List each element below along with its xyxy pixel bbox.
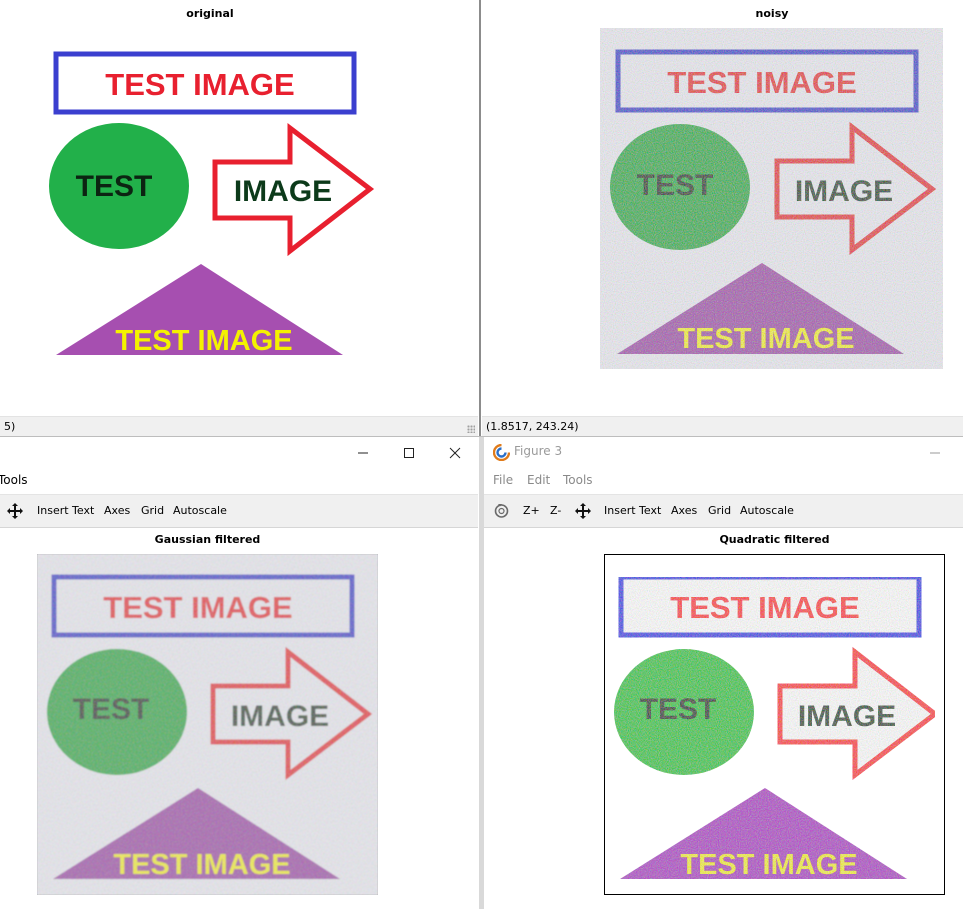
close-button[interactable] <box>432 437 478 468</box>
figure-original-window: original TEST IMAGE TEST IMAGE TEST IMAG… <box>0 0 478 436</box>
menu-tools[interactable]: Tools <box>0 473 28 487</box>
pan-icon[interactable] <box>574 502 592 520</box>
menu-file[interactable]: File <box>493 473 513 487</box>
plot-title: Gaussian filtered <box>154 533 261 546</box>
arrow-text: IMAGE <box>231 700 329 733</box>
zoom-out-button[interactable]: Z- <box>550 504 561 517</box>
banner-text: TEST IMAGE <box>667 65 856 100</box>
status-bar: 5) <box>0 416 478 436</box>
original-image: TEST IMAGE TEST IMAGE TEST IMAGE <box>49 51 375 357</box>
circle-text: TEST <box>73 693 150 726</box>
maximize-icon <box>404 447 414 458</box>
quadratic-filtered-image: TEST IMAGE TEST IMAGE TEST IMAGE <box>604 554 945 895</box>
menu-bar: Tools <box>0 468 478 492</box>
axes-button[interactable]: Axes <box>104 504 130 517</box>
menu-bar: File Edit Tools <box>484 468 963 492</box>
arrow-text: IMAGE <box>795 175 893 208</box>
grid-button[interactable]: Grid <box>141 504 164 517</box>
insert-text-button[interactable]: Insert Text <box>604 504 661 517</box>
menu-tools[interactable]: Tools <box>563 473 593 487</box>
close-icon <box>449 447 461 458</box>
grid-button[interactable]: Grid <box>708 504 731 517</box>
figure-gaussian-window: Tools Insert Text Axes Grid Autoscale Ga… <box>0 437 478 909</box>
zoom-in-button[interactable]: Z+ <box>523 504 540 517</box>
circle-text: TEST <box>637 169 714 202</box>
minimize-button[interactable] <box>340 437 386 468</box>
arrow-text: IMAGE <box>798 700 896 733</box>
figure-3-window: Figure 3 File Edit Tools Z+ Z- Insert Te… <box>484 437 963 909</box>
minimize-button[interactable] <box>912 437 958 468</box>
coordinate-readout: 5) <box>4 420 16 433</box>
circle-text: TEST <box>640 693 717 726</box>
toolbar: Insert Text Axes Grid Autoscale <box>0 494 478 528</box>
toolbar: Z+ Z- Insert Text Axes Grid Autoscale <box>484 494 963 528</box>
plot-title: Quadratic filtered <box>719 533 830 546</box>
rotate-icon[interactable] <box>493 502 510 519</box>
resize-grip-icon[interactable] <box>467 425 475 433</box>
minimize-icon <box>358 452 368 453</box>
triangle-text: TEST IMAGE <box>680 849 857 881</box>
gaussian-filtered-image: TEST IMAGE TEST IMAGE TEST IMAGE <box>37 554 378 895</box>
noisy-image: TEST IMAGE TEST IMAGE TEST IMAGE <box>600 28 943 369</box>
maximize-button[interactable] <box>386 437 432 468</box>
window-title: Figure 3 <box>514 444 563 458</box>
triangle-text: TEST IMAGE <box>115 325 292 357</box>
banner-text: TEST IMAGE <box>670 590 859 625</box>
octave-logo-icon <box>493 444 510 461</box>
title-bar: Figure 3 <box>484 437 963 468</box>
window-divider <box>479 0 481 436</box>
plot-title: noisy <box>755 7 789 20</box>
triangle-text: TEST IMAGE <box>677 323 854 355</box>
status-bar: (1.8517, 243.24) <box>482 416 963 436</box>
title-bar <box>0 437 478 468</box>
insert-text-button[interactable]: Insert Text <box>37 504 94 517</box>
plot-title: original <box>186 7 234 20</box>
banner-text: TEST IMAGE <box>103 590 292 625</box>
autoscale-button[interactable]: Autoscale <box>173 504 227 517</box>
pan-icon[interactable] <box>6 502 24 520</box>
circle-text: TEST <box>76 170 153 203</box>
arrow-text: IMAGE <box>234 175 332 208</box>
minimize-icon <box>930 452 940 453</box>
coordinate-readout: (1.8517, 243.24) <box>486 420 579 433</box>
banner-text: TEST IMAGE <box>105 67 294 102</box>
triangle-text: TEST IMAGE <box>113 849 290 881</box>
axes-button[interactable]: Axes <box>671 504 697 517</box>
figure-noisy-window: noisy TEST IMAGE TEST IMAGE TEST IMAGE (… <box>482 0 963 436</box>
autoscale-button[interactable]: Autoscale <box>740 504 794 517</box>
menu-edit[interactable]: Edit <box>527 473 550 487</box>
